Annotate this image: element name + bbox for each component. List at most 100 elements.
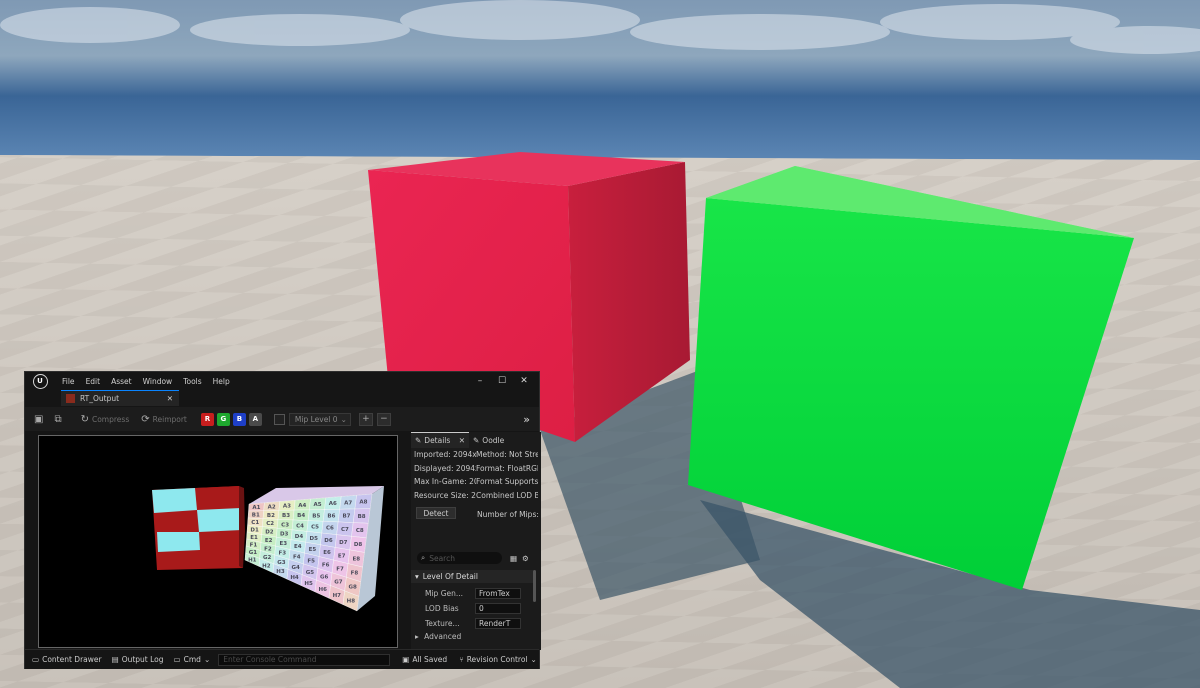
texture-editor-window: U File Edit Asset Window Tools Help – ☐ …	[24, 371, 541, 669]
uv-grid-label: D2	[265, 530, 274, 536]
reimport-icon: ⟳	[141, 413, 150, 425]
gear-icon[interactable]: ⚙	[522, 554, 529, 563]
texture-group-select[interactable]: RenderT	[475, 617, 521, 629]
uv-grid-label: C1	[251, 520, 259, 526]
info-number-of-mips: Number of Mips:	[477, 510, 539, 519]
render-target-icon	[66, 394, 75, 403]
details-search-input[interactable]: ⌕ Search	[417, 552, 502, 564]
save-icon[interactable]: ▣	[34, 414, 46, 425]
prop-texture-group: Texture... RenderT	[411, 616, 533, 630]
chevron-down-icon: ⌄	[340, 414, 347, 424]
detect-button[interactable]: Detect	[416, 507, 456, 519]
table-view-icon[interactable]: ▦	[510, 554, 517, 563]
channel-r-toggle[interactable]: R	[200, 412, 214, 426]
mip-level-select[interactable]: Mip Level 0 ⌄	[288, 412, 351, 426]
uv-grid-label: G5	[306, 570, 315, 576]
uv-grid-label: H4	[290, 575, 299, 581]
details-panel: ✎ Details ✕ ✎ Oodle Imported: 2094x1 Meth…	[411, 432, 541, 650]
console-input[interactable]: Enter Console Command	[218, 653, 391, 666]
mip-gen-select[interactable]: FromTex	[475, 587, 521, 599]
details-scrollbar[interactable]	[533, 570, 536, 602]
revision-control-button[interactable]: ⑂ Revision Control ⌄	[459, 655, 537, 664]
uv-grid-label: C5	[311, 525, 319, 531]
maximize-icon[interactable]: ☐	[491, 372, 513, 390]
pencil-icon: ✎	[473, 435, 480, 445]
menu-edit[interactable]: Edit	[86, 377, 101, 386]
channel-a-toggle[interactable]: A	[248, 412, 262, 426]
section-level-of-detail[interactable]: ▾ Level Of Detail	[411, 570, 533, 583]
close-tab-icon[interactable]: ✕	[459, 436, 465, 445]
menu-window[interactable]: Window	[143, 377, 173, 386]
output-log-button[interactable]: ▤ Output Log	[112, 655, 164, 664]
toolbar-overflow-icon[interactable]: »	[523, 413, 530, 426]
menu-file[interactable]: File	[62, 377, 75, 386]
uv-grid-label: B7	[342, 514, 350, 520]
uv-grid-label: D7	[339, 540, 348, 546]
close-tab-icon[interactable]: ✕	[167, 394, 173, 403]
lod-bias-input[interactable]: 0	[475, 602, 521, 614]
cmd-dropdown[interactable]: ▭ Cmd ⌄	[174, 655, 211, 664]
tab-oodle[interactable]: ✎ Oodle	[469, 432, 508, 448]
uv-grid-label: A6	[329, 501, 337, 507]
uv-grid-cube: A1 A2 A3 A4 A5 A6 A7 A8 B1 B2 B3 B4 B5 B6 B7 B8 C1 C2 C3 C4…	[244, 486, 384, 612]
uv-grid-label: G6	[320, 575, 329, 581]
details-search-row: ⌕ Search ▦ ⚙	[417, 552, 535, 564]
channel-b-toggle[interactable]: B	[232, 412, 246, 426]
content-drawer-button[interactable]: ▭ Content Drawer	[32, 655, 102, 664]
uv-grid-label: C8	[356, 528, 364, 534]
browse-icon[interactable]: ⧉	[54, 414, 64, 425]
tab-details[interactable]: ✎ Details ✕	[411, 432, 469, 448]
minimize-icon[interactable]: –	[469, 372, 491, 390]
uv-grid-label: B4	[297, 513, 305, 519]
uv-grid-label: G7	[334, 580, 343, 586]
uv-grid-label: H3	[276, 569, 285, 575]
uv-grid-label: H8	[347, 599, 356, 605]
uv-grid-label: E7	[338, 553, 346, 559]
mip-increase-button[interactable]: +	[358, 412, 373, 426]
compress-icon: ↻	[80, 413, 89, 425]
uv-grid-label: E5	[309, 547, 317, 553]
uv-grid-label: B5	[312, 513, 320, 519]
mip-decrease-button[interactable]: −	[376, 412, 391, 426]
drawer-icon: ▭	[32, 655, 40, 664]
pencil-icon: ✎	[415, 436, 422, 445]
compress-button[interactable]: ↻ Compress	[81, 414, 130, 425]
terminal-icon: ▭	[173, 655, 181, 664]
uv-grid-label: D4	[295, 534, 304, 540]
uv-grid-label: H7	[333, 593, 342, 599]
uv-grid-label: D5	[310, 536, 319, 542]
status-bar: ▭ Content Drawer ▤ Output Log ▭ Cmd ⌄ En…	[25, 649, 539, 669]
menu-help[interactable]: Help	[213, 377, 230, 386]
texture-preview[interactable]: A1 A2 A3 A4 A5 A6 A7 A8 B1 B2 B3 B4 B5 B6 B7 B8 C1 C2 C3 C4…	[38, 435, 398, 648]
uv-grid-label: A7	[344, 500, 352, 506]
info-resource-size: Resource Size: 2(	[414, 490, 476, 500]
reimport-button[interactable]: ⟳ Reimport	[141, 414, 187, 425]
uv-grid-label: G4	[291, 565, 300, 571]
uv-grid-label: D8	[354, 542, 363, 548]
section-advanced[interactable]: ▸ Advanced	[415, 632, 461, 641]
unreal-logo-icon[interactable]: U	[29, 372, 51, 390]
texture-preview-canvas: A1 A2 A3 A4 A5 A6 A7 A8 B1 B2 B3 B4 B5 B6 B7 B8 C1 C2 C3 C4…	[152, 486, 384, 612]
mip-level-checkbox[interactable]	[273, 413, 285, 425]
uv-grid-label: F2	[264, 546, 272, 552]
uv-grid-label: G3	[277, 560, 286, 566]
menu-tools[interactable]: Tools	[183, 377, 201, 386]
uv-grid-label: H6	[319, 587, 328, 593]
uv-grid-label: G8	[349, 585, 358, 591]
uv-grid-label: E3	[279, 541, 287, 547]
menu-asset[interactable]: Asset	[111, 377, 132, 386]
close-window-icon[interactable]: ✕	[513, 372, 535, 390]
uv-grid-label: D3	[280, 532, 289, 538]
info-combined-lod: Combined LOD Bi	[476, 490, 538, 500]
info-format-supports: Format Supports	[476, 477, 538, 486]
uv-grid-label: E4	[294, 544, 302, 550]
uv-grid-label: B1	[252, 513, 260, 519]
uv-grid-label: B2	[267, 513, 275, 519]
tab-title: RT_Output	[80, 394, 120, 403]
tab-rt-output[interactable]: RT_Output ✕	[61, 390, 179, 406]
uv-grid-label: B6	[327, 513, 335, 519]
prop-lod-bias: LOD Bias 0	[411, 601, 533, 615]
channel-g-toggle[interactable]: G	[216, 412, 230, 426]
chevron-right-icon: ▸	[415, 632, 419, 641]
save-status[interactable]: ▣ All Saved	[402, 655, 447, 664]
